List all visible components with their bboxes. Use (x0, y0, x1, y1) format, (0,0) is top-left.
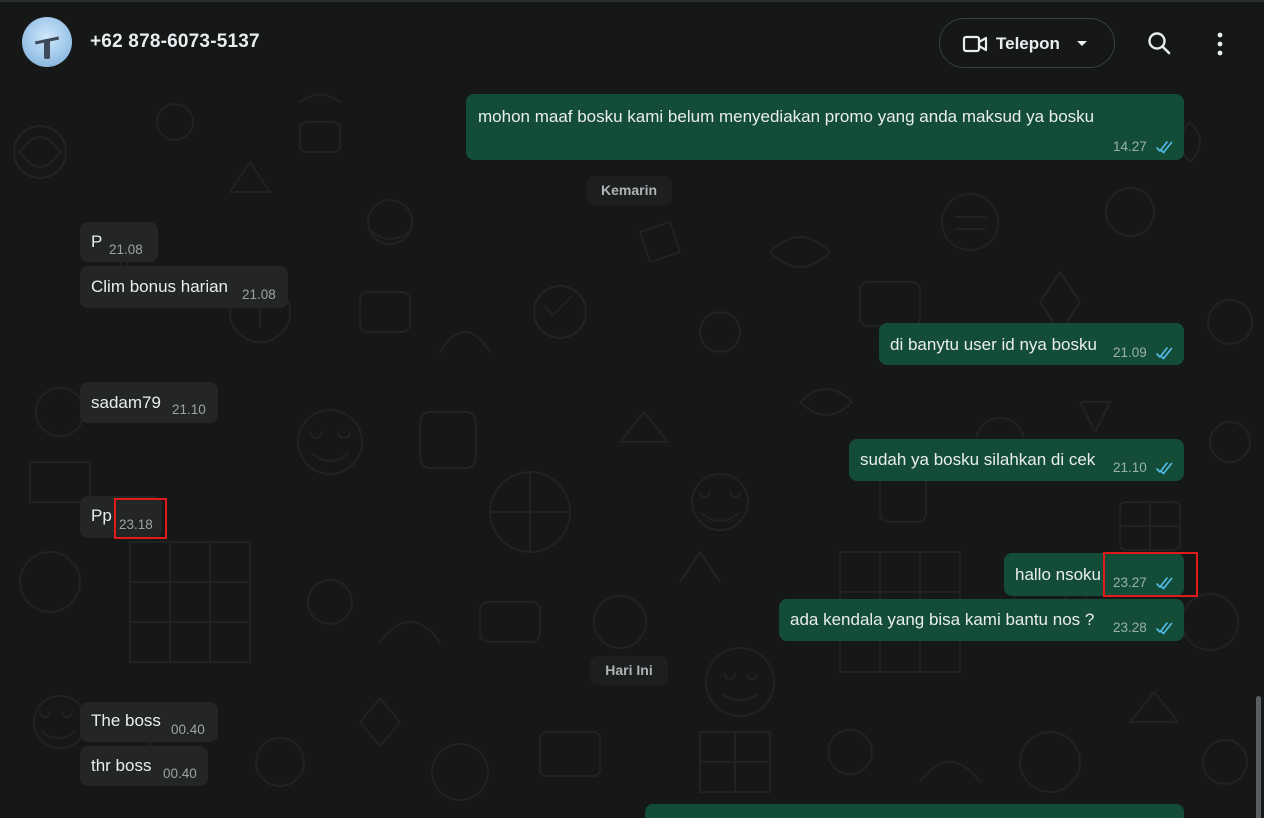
message-text: thr boss (91, 756, 152, 775)
video-camera-icon (962, 35, 988, 53)
chat-window: +62 878-6073-5137 Telepon mohon maaf bos… (0, 0, 1264, 818)
message-time: 21.10 (1113, 460, 1147, 475)
message-outgoing[interactable]: hallo nsoku 23.27 (1004, 553, 1184, 596)
message-incoming[interactable]: Pp 23.18 (80, 496, 162, 538)
message-text: sadam79 (91, 393, 161, 412)
message-text: di banytu user id nya bosku (890, 335, 1097, 354)
message-outgoing[interactable]: ada kendala yang bisa kami bantu nos ? 2… (779, 599, 1184, 641)
message-time: 21.08 (109, 242, 143, 257)
read-ticks-icon (1156, 622, 1173, 635)
read-ticks-icon (1156, 141, 1173, 154)
more-vertical-icon[interactable] (1206, 30, 1234, 58)
chevron-down-icon (1077, 41, 1087, 46)
message-text: sudah ya bosku silahkan di cek (860, 450, 1096, 469)
search-icon[interactable] (1145, 30, 1173, 58)
message-time: 23.28 (1113, 620, 1147, 635)
message-incoming[interactable]: Clim bonus harian 21.08 (80, 266, 288, 308)
message-text: ada kendala yang bisa kami bantu nos ? (790, 610, 1095, 629)
message-text: Pp (91, 506, 112, 525)
message-outgoing[interactable]: di banytu user id nya bosku 21.09 (879, 323, 1184, 365)
call-button-label: Telepon (996, 34, 1060, 53)
message-text: P (91, 232, 103, 251)
avatar-figure (44, 39, 50, 59)
message-time: 23.18 (119, 517, 153, 532)
message-list[interactable]: mohon maaf bosku kami belum menyediakan … (0, 82, 1264, 818)
message-incoming[interactable]: The boss 00.40 (80, 702, 218, 742)
date-divider-today: Hari Ini (590, 656, 668, 685)
message-text: mohon maaf bosku kami belum menyediakan … (478, 107, 1095, 126)
message-time: 00.40 (171, 722, 205, 737)
message-incoming[interactable]: P 21.08 (80, 222, 158, 262)
read-ticks-icon (1156, 462, 1173, 475)
message-text: hallo nsoku (1015, 565, 1102, 584)
message-outgoing-partial[interactable] (645, 804, 1184, 818)
chat-header: +62 878-6073-5137 Telepon (0, 0, 1264, 82)
message-text: Clim bonus harian (91, 277, 229, 296)
message-text: The boss (91, 711, 161, 730)
call-button[interactable]: Telepon (939, 18, 1115, 68)
contact-avatar[interactable] (22, 17, 72, 67)
read-ticks-icon (1156, 347, 1173, 360)
date-divider-yesterday: Kemarin (586, 176, 672, 205)
message-time: 00.40 (163, 766, 197, 781)
message-outgoing[interactable]: mohon maaf bosku kami belum menyediakan … (466, 94, 1184, 160)
message-time: 14.27 (1113, 139, 1147, 154)
message-time: 21.10 (172, 402, 206, 417)
message-incoming[interactable]: thr boss 00.40 (80, 746, 208, 786)
read-ticks-icon (1156, 577, 1173, 590)
contact-name[interactable]: +62 878-6073-5137 (90, 31, 260, 53)
message-time: 23.27 (1113, 575, 1147, 590)
message-outgoing[interactable]: sudah ya bosku silahkan di cek 21.10 (849, 439, 1184, 481)
scrollbar[interactable] (1256, 696, 1261, 818)
message-time: 21.08 (242, 287, 276, 302)
message-time: 21.09 (1113, 345, 1147, 360)
message-incoming[interactable]: sadam79 21.10 (80, 382, 218, 423)
